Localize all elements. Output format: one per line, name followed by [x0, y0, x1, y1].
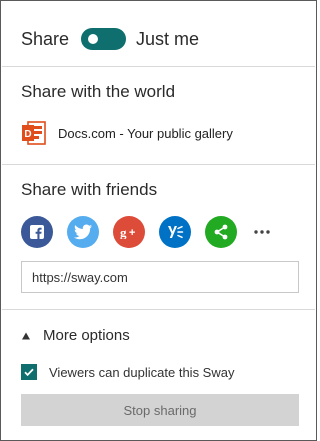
share-label: Share [21, 28, 70, 49]
share-with-friends-title: Share with friends [21, 180, 158, 199]
twitter-icon [74, 224, 92, 240]
svg-text:+: + [129, 227, 135, 239]
just-me-label: Just me [136, 28, 200, 49]
share-panel: Share Just me Share with the world D Doc… [0, 0, 317, 441]
ellipsis-icon [254, 230, 270, 234]
duplicate-checkbox[interactable] [21, 364, 37, 380]
checkmark-icon [24, 368, 34, 377]
triangle-expand-icon [22, 332, 30, 339]
docs-gallery-link[interactable]: D Docs.com - Your public gallery [21, 119, 233, 147]
stop-sharing-button[interactable]: Stop sharing [21, 394, 299, 426]
duplicate-option-row: Viewers can duplicate this Sway [21, 364, 234, 380]
docs-com-icon: D [22, 121, 46, 145]
share-url-field[interactable] [21, 261, 299, 293]
twitter-share-button[interactable] [67, 216, 99, 248]
share-with-world-title: Share with the world [21, 82, 176, 101]
share-icon [214, 224, 228, 240]
share-toggle[interactable] [81, 28, 127, 50]
google-plus-icon: g + [120, 225, 135, 239]
divider [2, 309, 315, 310]
yammer-share-button[interactable] [159, 216, 191, 248]
more-options-label: More options [43, 327, 130, 344]
share-toggle-row: Share Just me [21, 25, 199, 53]
facebook-share-button[interactable] [21, 216, 53, 248]
svg-text:g: g [120, 225, 127, 239]
social-share-row: g + [21, 216, 273, 248]
yammer-icon [168, 225, 184, 239]
more-options-toggle[interactable]: More options [21, 327, 130, 344]
duplicate-label: Viewers can duplicate this Sway [49, 364, 235, 380]
google-plus-share-button[interactable]: g + [113, 216, 145, 248]
svg-text:D: D [24, 129, 31, 140]
facebook-icon [30, 225, 44, 239]
divider [2, 164, 315, 165]
toggle-knob [88, 34, 99, 44]
docs-gallery-label: Docs.com - Your public gallery [58, 125, 233, 141]
divider [2, 66, 315, 67]
more-share-options-button[interactable] [251, 216, 273, 248]
generic-share-button[interactable] [205, 216, 237, 248]
